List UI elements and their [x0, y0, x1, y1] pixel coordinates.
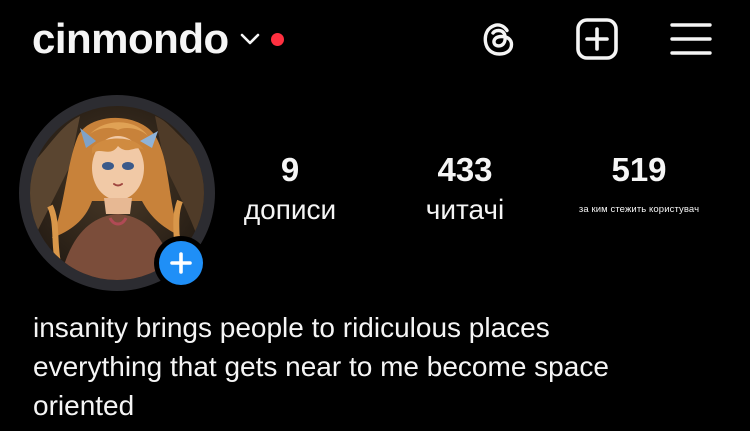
followers-count: 433 — [437, 151, 493, 188]
bio: insanity brings people to ridiculous pla… — [33, 308, 733, 425]
threads-icon — [483, 23, 514, 56]
menu-icon — [670, 23, 712, 55]
followers-label: читачі — [425, 194, 505, 225]
account-switcher[interactable]: cinmondo — [32, 14, 284, 64]
posts-label: дописи — [243, 194, 337, 225]
followers-stat[interactable]: 433 читачі — [375, 150, 555, 230]
chevron-down-icon — [240, 33, 259, 45]
bio-line: oriented — [33, 390, 135, 421]
posts-stat[interactable]: 9 дописи — [200, 150, 380, 230]
following-stat[interactable]: 519 за ким стежить користувач — [549, 150, 729, 230]
bio-line: everything that gets near to me become s… — [33, 351, 609, 382]
profile-header: cinmondo — [0, 0, 750, 80]
create-post-icon — [576, 18, 618, 60]
notification-dot — [270, 32, 284, 46]
bio-line: insanity brings people to ridiculous pla… — [33, 312, 550, 343]
following-label: за ким стежить користувач — [578, 204, 700, 215]
profile-screen: cinmondo 9 дописи 433 читачі 519 за ким … — [0, 0, 750, 431]
create-post-button[interactable] — [574, 16, 620, 62]
menu-button[interactable] — [668, 16, 714, 62]
following-count: 519 — [611, 151, 667, 188]
username: cinmondo — [32, 15, 229, 62]
threads-button[interactable] — [476, 16, 522, 62]
plus-icon — [170, 252, 192, 274]
add-story-button[interactable] — [154, 236, 208, 290]
posts-count: 9 — [280, 151, 300, 188]
